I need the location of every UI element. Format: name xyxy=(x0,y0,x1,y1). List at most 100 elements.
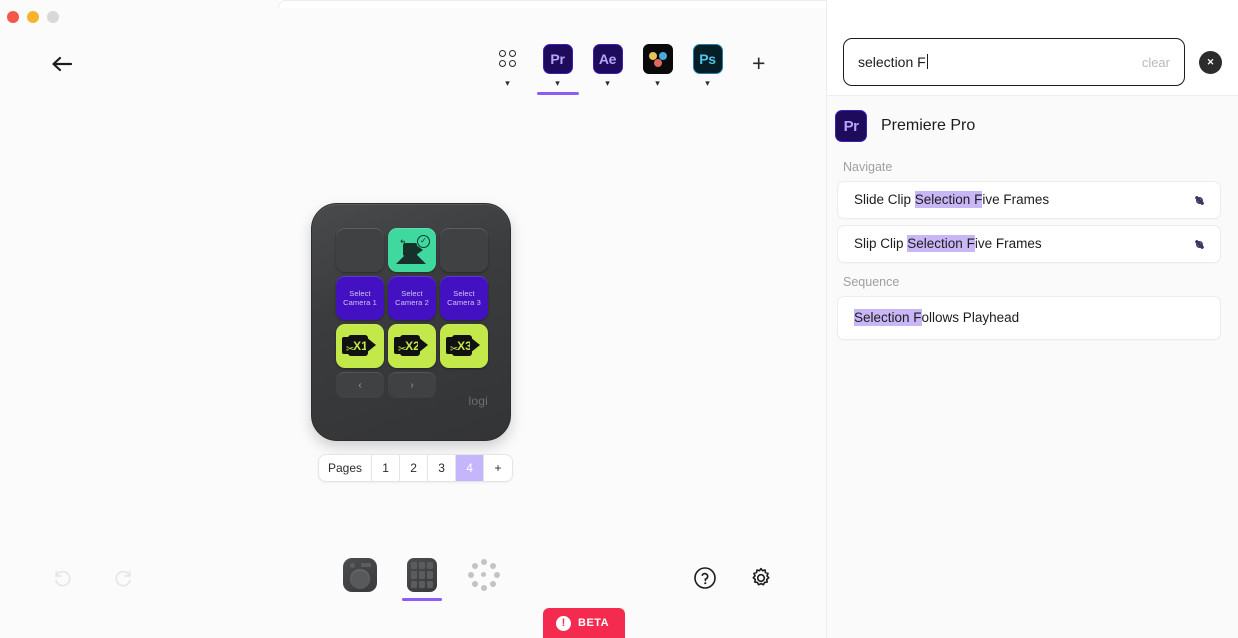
device-key-9[interactable]: X3 ✂ xyxy=(440,324,488,368)
settings-button[interactable] xyxy=(749,566,773,590)
result-row-label: Slide Clip Selection Five Frames xyxy=(854,191,1050,208)
app-root: ▾ Pr ▾ Ae ▾ ▾ Ps ▾ + ✓ Select Camera 1 S… xyxy=(0,0,1238,638)
window-close-button[interactable] xyxy=(7,11,19,23)
device-switcher xyxy=(340,558,504,601)
close-search-panel-button[interactable]: ✕ xyxy=(1199,51,1222,74)
action-search-panel: selection F clear ✕ Pr Premiere Pro Navi… xyxy=(826,0,1238,638)
davinci-resolve-icon xyxy=(642,44,673,74)
tab-indicator xyxy=(587,92,629,95)
add-app-profile-button[interactable]: + xyxy=(752,52,765,75)
result-app-header: Pr Premiere Pro xyxy=(827,96,1238,154)
app-tab-after-effects[interactable]: Ae ▾ xyxy=(590,44,625,95)
multicam-check-icon: ↰ ✓ xyxy=(395,235,430,264)
undo-button[interactable] xyxy=(50,566,74,590)
search-area: selection F clear ✕ xyxy=(827,0,1238,96)
device-key-2[interactable]: ↰ ✓ xyxy=(388,228,436,272)
page-button-3[interactable]: 3 xyxy=(428,455,457,481)
redo-icon xyxy=(114,569,131,586)
search-match-highlight: Selection F xyxy=(907,235,975,252)
pages-label: Pages xyxy=(319,455,373,481)
clear-search-button[interactable]: clear xyxy=(1142,55,1170,70)
device-key-label: Select Camera 3 xyxy=(447,289,481,307)
device-key-label: Select Camera 1 xyxy=(343,289,377,307)
window-controls xyxy=(7,11,59,23)
device-next-page-key[interactable]: › xyxy=(388,372,436,398)
chevron-down-icon[interactable]: ▾ xyxy=(705,79,710,88)
gear-icon xyxy=(752,567,770,586)
after-effects-icon: Ae xyxy=(592,44,623,74)
search-match-highlight: Selection F xyxy=(914,191,983,208)
app-tab-icon-label: Pr xyxy=(550,51,565,67)
device-key-grid: ↰ ✓ SelectCamera 1 SelectCamera 2 Select… xyxy=(336,228,488,368)
tab-indicator xyxy=(637,92,679,95)
app-tab-davinci-resolve[interactable]: ▾ xyxy=(640,44,675,95)
camera-cut-icon: X1 ✂ xyxy=(342,334,378,358)
device-switch-loupedeck[interactable] xyxy=(464,558,504,601)
window-zoom-button[interactable] xyxy=(47,11,59,23)
app-tab-photoshop[interactable]: Ps ▾ xyxy=(690,44,725,95)
device-key-5[interactable]: Select Camera 2 xyxy=(388,276,436,320)
device-key-7[interactable]: X1 ✂ xyxy=(336,324,384,368)
dot-circle-icon xyxy=(467,558,501,592)
search-input[interactable]: selection F clear xyxy=(843,38,1185,86)
grid-dots-icon xyxy=(493,44,523,74)
chevron-down-icon[interactable]: ▾ xyxy=(505,79,510,88)
device-key-8[interactable]: X2 ✂ xyxy=(388,324,436,368)
device-switch-keypad[interactable] xyxy=(402,558,442,601)
device-key-3[interactable] xyxy=(440,228,488,272)
premiere-pro-icon: Pr xyxy=(542,44,573,74)
device-nav-row: ‹ › xyxy=(336,372,488,398)
result-group-label-navigate: Navigate xyxy=(843,160,893,174)
pages-selector: Pages 1 2 3 4 + xyxy=(318,454,514,482)
device-prev-page-key[interactable]: ‹ xyxy=(336,372,384,398)
page-button-2[interactable]: 2 xyxy=(400,455,429,481)
logi-brand-mark: logi xyxy=(468,394,488,408)
window-minimize-button[interactable] xyxy=(27,11,39,23)
shortcut-link-icon[interactable] xyxy=(1190,235,1208,253)
tab-indicator xyxy=(536,92,579,95)
tab-indicator xyxy=(487,92,529,95)
chevron-down-icon[interactable]: ▾ xyxy=(605,79,610,88)
dialpad-device-icon xyxy=(343,558,377,592)
search-input-value: selection F xyxy=(858,54,928,70)
shortcut-link-icon[interactable] xyxy=(1190,191,1208,209)
add-page-button[interactable]: + xyxy=(484,455,513,481)
keypad-device-icon xyxy=(407,558,437,592)
device-switch-indicator xyxy=(464,598,504,601)
redo-button[interactable] xyxy=(111,566,135,590)
back-button[interactable] xyxy=(48,50,76,78)
device-key-4[interactable]: Select Camera 1 xyxy=(336,276,384,320)
beta-badge[interactable]: ! BETA xyxy=(543,608,625,638)
result-row-label: Selection Follows Playhead xyxy=(854,309,1020,326)
device-switch-indicator xyxy=(402,598,442,601)
device-key-1[interactable] xyxy=(336,228,384,272)
app-profile-tabs: ▾ Pr ▾ Ae ▾ ▾ Ps ▾ xyxy=(490,44,725,95)
help-button[interactable] xyxy=(693,566,717,590)
search-results-list: Pr Premiere Pro Navigate Slide Clip Sele… xyxy=(827,96,1238,638)
premiere-pro-icon: Pr xyxy=(835,110,867,142)
result-row[interactable]: Selection Follows Playhead xyxy=(837,296,1221,340)
result-row-label: Slip Clip Selection Five Frames xyxy=(854,235,1042,252)
device-editor-panel: ▾ Pr ▾ Ae ▾ ▾ Ps ▾ + ✓ Select Camera 1 S… xyxy=(0,0,826,638)
app-tab-premiere-pro[interactable]: Pr ▾ xyxy=(536,44,579,95)
result-row[interactable]: Slide Clip Selection Five Frames xyxy=(837,181,1221,219)
tab-strip-background xyxy=(278,0,826,8)
device-keypad-illustration: ↰ ✓ SelectCamera 1 SelectCamera 2 Select… xyxy=(311,203,511,441)
result-group-label-sequence: Sequence xyxy=(843,275,900,289)
camera-cut-icon: X2 ✂ xyxy=(394,334,430,358)
chevron-down-icon[interactable]: ▾ xyxy=(555,79,560,88)
page-button-4[interactable]: 4 xyxy=(456,455,485,481)
result-row[interactable]: Slip Clip Selection Five Frames xyxy=(837,225,1221,263)
exclamation-circle-icon: ! xyxy=(556,615,571,631)
app-tab-all-apps[interactable]: ▾ xyxy=(490,44,525,95)
search-match-highlight: Selection F xyxy=(854,309,922,326)
undo-icon xyxy=(54,569,71,586)
chevron-down-icon[interactable]: ▾ xyxy=(655,79,660,88)
tab-indicator xyxy=(687,92,729,95)
app-tab-icon-label: Ps xyxy=(699,51,716,67)
beta-badge-label: BETA xyxy=(578,617,610,629)
device-key-6[interactable]: Select Camera 3 xyxy=(440,276,488,320)
device-switch-dialpad[interactable] xyxy=(340,558,380,601)
result-app-name: Premiere Pro xyxy=(881,117,976,134)
page-button-1[interactable]: 1 xyxy=(372,455,401,481)
